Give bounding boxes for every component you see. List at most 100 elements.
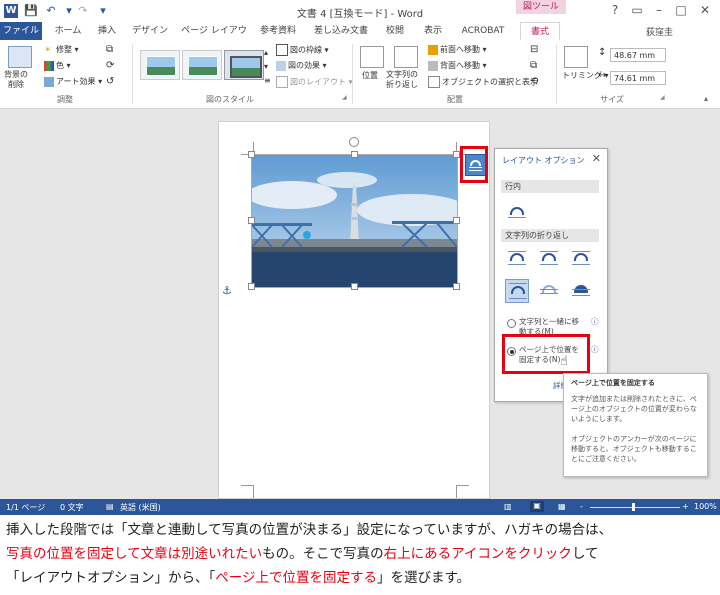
styles-more-icon[interactable]: ≡ <box>264 76 271 85</box>
position-button[interactable]: 位置 <box>362 70 378 81</box>
page-count[interactable]: 1/1 ページ <box>6 502 45 513</box>
help-button[interactable]: ? <box>604 2 626 18</box>
resize-handle-se[interactable] <box>453 283 460 290</box>
undo-dropdown-icon[interactable]: ▾ <box>62 4 76 18</box>
tab-file[interactable]: ファイル <box>0 22 42 40</box>
tab-mailings[interactable]: 差し込み文書 <box>312 22 370 40</box>
group-label-styles: 図のスタイル <box>206 95 254 104</box>
collapse-ribbon-icon[interactable]: ▴ <box>704 94 708 103</box>
rotate-handle-icon[interactable] <box>349 137 359 147</box>
maximize-button[interactable]: □ <box>670 2 692 18</box>
color-button[interactable]: 色 ▾ <box>44 60 71 71</box>
wrap-inline-option[interactable] <box>505 201 529 225</box>
proofing-icon[interactable]: ▤ <box>106 502 114 511</box>
position-icon[interactable] <box>360 46 384 68</box>
picture-border-button[interactable]: 図の枠線 ▾ <box>276 44 329 56</box>
reset-picture-icon[interactable]: ↺ <box>106 76 114 87</box>
selection-pane-button[interactable]: オブジェクトの選択と表示 <box>428 76 538 88</box>
wrap-header: 文字列の折り返し <box>501 229 599 242</box>
height-field[interactable]: 48.67 mm <box>610 48 666 62</box>
panel-close-button[interactable]: ✕ <box>592 152 601 165</box>
width-field[interactable]: 74.61 mm <box>610 71 666 85</box>
wrap-behind-text-option[interactable] <box>537 279 561 303</box>
tab-page-layout[interactable]: ページ レイアウト <box>180 22 248 54</box>
resize-handle-sw[interactable] <box>248 283 255 290</box>
wrap-in-front-option[interactable] <box>569 279 593 303</box>
tab-design[interactable]: デザイン <box>130 22 170 40</box>
tab-insert[interactable]: 挿入 <box>92 22 122 40</box>
send-backward-button[interactable]: 背面へ移動 ▾ <box>428 60 487 71</box>
caption-line-2: 写真の位置を固定して文章は別途いれたいもの。そこで写真の右上にあるアイコンをクリ… <box>6 542 718 566</box>
customize-toolbar-icon[interactable]: ▾ <box>96 4 110 18</box>
resize-handle-n[interactable] <box>351 151 358 158</box>
tab-review[interactable]: 校閲 <box>380 22 410 40</box>
tab-home[interactable]: ホーム <box>50 22 86 40</box>
wrap-text-icon[interactable] <box>394 46 418 68</box>
tab-acrobat[interactable]: ACROBAT <box>458 22 508 40</box>
move-with-text-info-icon[interactable]: ⓘ <box>591 317 599 327</box>
zoom-in-button[interactable]: + <box>682 502 689 511</box>
remove-background-icon[interactable] <box>8 46 32 68</box>
wrap-top-bottom-option[interactable] <box>505 279 529 303</box>
wrap-line <box>540 251 558 252</box>
wrap-tight-option[interactable] <box>537 247 561 271</box>
corrections-button[interactable]: ☀ 修整 ▾ <box>44 44 79 55</box>
wrap-text-button[interactable]: 文字列の 折り返し <box>386 70 418 90</box>
resize-handle-s[interactable] <box>351 283 358 290</box>
compress-pictures-icon[interactable]: ⧉ <box>106 44 113 55</box>
word-app-icon[interactable]: W <box>4 4 18 18</box>
resize-handle-w[interactable] <box>248 217 255 224</box>
redo-icon[interactable]: ↷ <box>76 4 90 18</box>
picture-effects-button[interactable]: 図の効果 ▾ <box>276 60 327 71</box>
styles-dialog-launcher-icon[interactable]: ◢ <box>342 94 347 101</box>
send-backward-label: 背面へ移動 <box>440 61 480 70</box>
move-with-text-radio[interactable] <box>507 319 516 328</box>
web-layout-icon[interactable]: ▦ <box>558 502 566 511</box>
save-icon[interactable]: 💾 <box>24 4 38 18</box>
print-layout-icon[interactable]: ▣ <box>530 501 544 512</box>
ribbon-display-button[interactable]: ▭ <box>626 2 648 18</box>
size-dialog-launcher-icon[interactable]: ◢ <box>660 94 665 101</box>
picture-style-1[interactable] <box>140 50 180 80</box>
close-button[interactable]: ✕ <box>694 2 716 18</box>
rotate-icon[interactable]: ⟲ <box>530 76 538 87</box>
anchor-icon[interactable]: ⚓ <box>222 284 232 297</box>
caption-red-part: 写真の位置を固定して文章は別途いれたい <box>6 546 263 562</box>
resize-handle-ne[interactable] <box>453 151 460 158</box>
language[interactable]: 英語 (米国) <box>120 502 161 513</box>
undo-icon[interactable]: ↶ <box>44 4 58 18</box>
bring-forward-button[interactable]: 前面へ移動 ▾ <box>428 44 487 55</box>
picture-style-2[interactable] <box>182 50 222 80</box>
crop-icon[interactable] <box>564 46 588 68</box>
zoom-slider[interactable] <box>590 507 680 508</box>
styles-scroll-down-icon[interactable]: ▾ <box>264 62 268 71</box>
fix-position-info-icon[interactable]: ⓘ <box>591 345 599 355</box>
word-count[interactable]: 0 文字 <box>60 502 84 513</box>
tab-view[interactable]: 表示 <box>418 22 448 40</box>
align-icon[interactable]: ⊟ <box>530 44 538 55</box>
wrap-through-option[interactable] <box>569 247 593 271</box>
zoom-slider-thumb[interactable] <box>632 503 635 511</box>
tab-format[interactable]: 書式 <box>520 22 560 40</box>
wrap-square-option[interactable] <box>505 247 529 271</box>
wrap-arc <box>510 207 524 215</box>
styles-scroll-up-icon[interactable]: ▴ <box>264 48 268 57</box>
crop-label: トリミング <box>562 71 602 80</box>
tab-references[interactable]: 参考資料 <box>256 22 300 40</box>
artistic-effects-button[interactable]: アート効果 ▾ <box>44 76 102 87</box>
user-name[interactable]: 荻窪圭 <box>646 25 673 38</box>
zoom-level[interactable]: 100% <box>694 502 717 511</box>
resize-handle-e[interactable] <box>453 217 460 224</box>
minimize-button[interactable]: – <box>648 2 670 18</box>
picture-layout-button[interactable]: 図のレイアウト ▾ <box>276 76 353 88</box>
resize-handle-nw[interactable] <box>248 151 255 158</box>
margin-corner <box>241 485 254 498</box>
change-picture-icon[interactable]: ⟳ <box>106 60 114 71</box>
zoom-out-button[interactable]: - <box>580 502 583 511</box>
group-icon[interactable]: ⧉ <box>530 60 537 71</box>
tooltip-para2: オブジェクトのアンカーが次のページに移動すると、オブジェクトも移動することにご注… <box>571 435 697 463</box>
picture-style-3-selected[interactable] <box>224 50 264 80</box>
selected-photo[interactable] <box>251 154 458 288</box>
read-mode-icon[interactable]: ▥ <box>504 502 512 511</box>
remove-background-button[interactable]: 背景の 削除 <box>4 70 28 90</box>
